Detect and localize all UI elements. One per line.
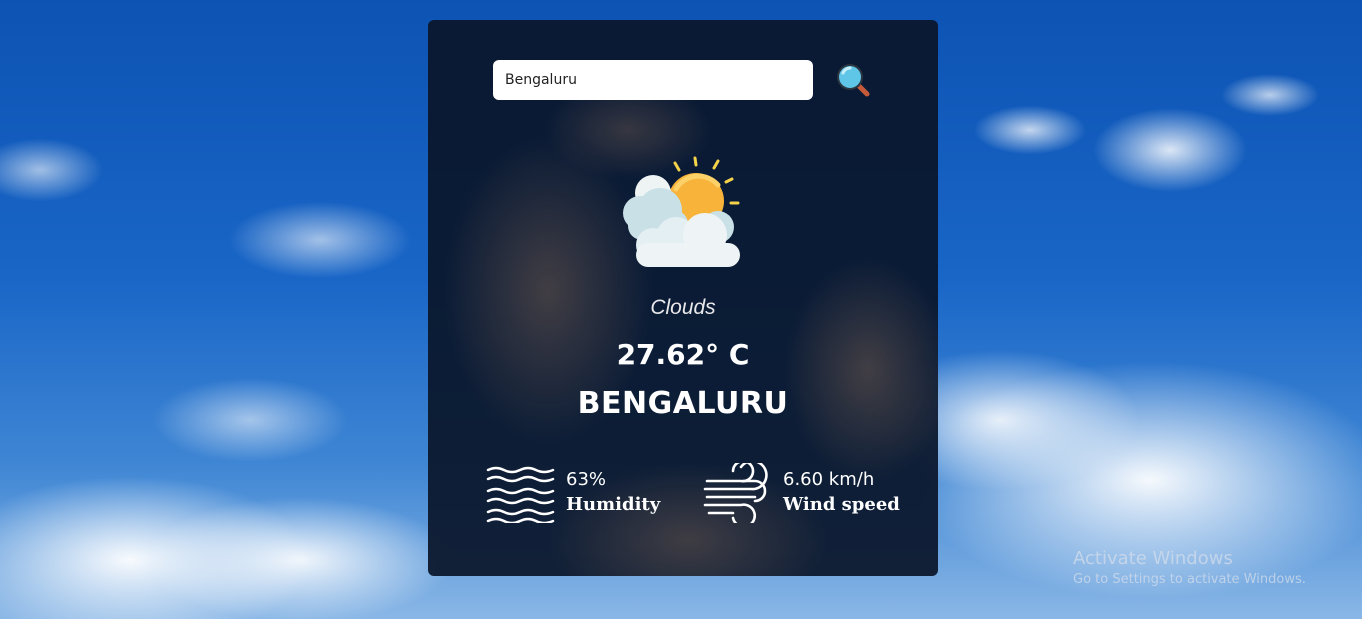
humidity-value: 63%	[566, 469, 607, 490]
humidity-label: Humidity	[566, 494, 661, 515]
sun-behind-clouds-icon	[623, 156, 740, 267]
weather-card: Clouds 27.62° C BENGALURU 63% Humidity	[428, 20, 938, 576]
city-name: BENGALURU	[577, 386, 789, 421]
watermark-subtitle: Go to Settings to activate Windows.	[1073, 572, 1306, 587]
search-bar	[493, 60, 873, 100]
activate-windows-watermark: Activate Windows Go to Settings to activ…	[1073, 548, 1306, 590]
humidity-text: 63% Humidity	[566, 468, 660, 518]
magnifier-icon	[837, 64, 870, 97]
weather-description: Clouds	[650, 296, 716, 319]
humidity-stat: 63% Humidity	[486, 463, 660, 523]
search-button[interactable]	[833, 60, 873, 100]
watermark-title: Activate Windows	[1073, 548, 1233, 569]
wind-icon	[703, 463, 768, 523]
temperature: 27.62° C	[616, 338, 750, 371]
wind-value: 6.60 km/h	[783, 469, 875, 490]
wind-text: 6.60 km/h Wind speed	[783, 468, 900, 518]
waves-icon	[486, 466, 555, 523]
wind-label: Wind speed	[783, 494, 900, 515]
wind-stat: 6.60 km/h Wind speed	[703, 463, 900, 523]
city-search-input[interactable]	[493, 60, 813, 100]
